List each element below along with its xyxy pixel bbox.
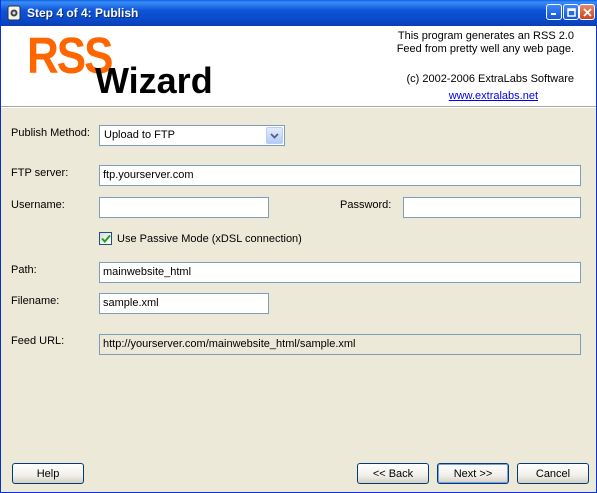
feed-url-field[interactable]: http://yourserver.com/mainwebsite_html/s… (99, 334, 581, 355)
description-line-1: This program generates an RSS 2.0 (397, 30, 574, 42)
filename-label: Filename: (11, 295, 60, 307)
cancel-button[interactable]: Cancel (517, 463, 589, 484)
close-icon (582, 7, 592, 17)
header-info: This program generates an RSS 2.0 Feed f… (374, 30, 574, 103)
path-label: Path: (11, 264, 37, 276)
username-input[interactable] (99, 197, 269, 218)
app-icon (7, 5, 21, 21)
help-button[interactable]: Help (12, 463, 84, 484)
path-input[interactable]: mainwebsite_html (99, 262, 581, 283)
password-label: Password: (340, 199, 392, 211)
minimize-icon (551, 13, 556, 15)
ftp-server-input[interactable]: ftp.yourserver.com (99, 165, 581, 186)
close-button[interactable] (579, 4, 595, 20)
wizard-window: Step 4 of 4: Publish RSS Wizard This pro… (0, 0, 597, 493)
back-button[interactable]: << Back (357, 463, 429, 484)
copyright-text: (c) 2002-2006 ExtraLabs Software (406, 73, 574, 85)
publish-method-label: Publish Method: (11, 127, 90, 139)
password-input[interactable] (403, 197, 581, 218)
window-title: Step 4 of 4: Publish (27, 6, 139, 20)
title-bar[interactable]: Step 4 of 4: Publish (1, 0, 597, 26)
passive-mode-checkbox[interactable] (99, 232, 112, 245)
checkmark-icon (100, 234, 111, 243)
filename-input[interactable]: sample.xml (99, 293, 269, 314)
logo-wizard-text: Wizard (95, 60, 213, 101)
passive-mode-label[interactable]: Use Passive Mode (xDSL connection) (117, 233, 302, 245)
description-line-2: Feed from pretty well any web page. (396, 43, 574, 55)
maximize-icon (566, 7, 576, 17)
feed-url-label: Feed URL: (11, 335, 65, 347)
username-label: Username: (11, 199, 65, 211)
header-divider (1, 106, 596, 108)
minimize-button[interactable] (546, 4, 562, 20)
dropdown-arrow-button[interactable] (266, 127, 283, 144)
maximize-button[interactable] (563, 4, 579, 20)
next-button[interactable]: Next >> (437, 463, 509, 484)
ftp-server-label: FTP server: (11, 167, 69, 179)
chevron-down-icon (270, 132, 279, 139)
website-link[interactable]: www.extralabs.net (449, 90, 538, 102)
publish-method-value: Upload to FTP (104, 129, 175, 141)
wizard-header: RSS Wizard This program generates an RSS… (1, 26, 596, 106)
publish-method-select[interactable]: Upload to FTP (99, 125, 285, 146)
